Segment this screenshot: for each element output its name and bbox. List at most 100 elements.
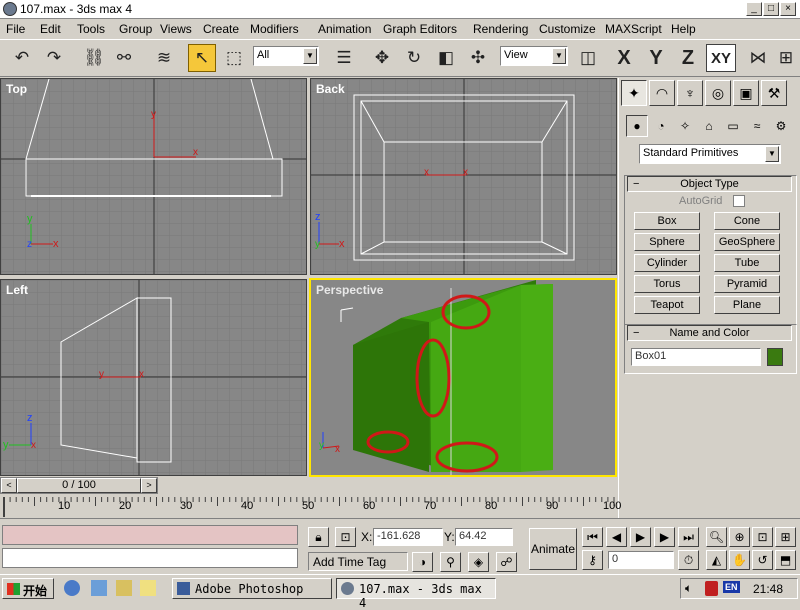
y-coordinate-field[interactable]: 64.42	[455, 528, 513, 546]
taskbar-photoshop[interactable]: Adobe Photoshop	[172, 578, 332, 599]
scale-icon[interactable]: ◧	[432, 44, 460, 72]
teapot-button[interactable]: Teapot	[634, 296, 700, 314]
menu-file[interactable]: File	[6, 22, 25, 36]
time-slider[interactable]: < 0 / 100 >	[0, 477, 158, 494]
selection-filter-dropdown[interactable]: All ▼	[253, 46, 319, 66]
menu-tools[interactable]: Tools	[77, 22, 105, 36]
object-name-field[interactable]: Box01	[631, 348, 761, 366]
reference-coordinate-dropdown[interactable]: View ▼	[500, 46, 568, 66]
bind-space-warp-icon[interactable]: ≋	[150, 44, 178, 72]
notepad-quicklaunch-icon[interactable]	[140, 580, 156, 596]
unlink-icon[interactable]: ⚯	[110, 44, 138, 72]
utilities-tab-icon[interactable]: ⚒	[761, 80, 787, 106]
menu-rendering[interactable]: Rendering	[473, 22, 528, 36]
app-icon[interactable]	[3, 2, 17, 16]
cameras-icon[interactable]: ⌂	[698, 115, 720, 137]
box-button[interactable]: Box	[634, 212, 700, 230]
menu-create[interactable]: Create	[203, 22, 239, 36]
menu-animation[interactable]: Animation	[318, 22, 371, 36]
lights-icon[interactable]: ✧	[674, 115, 696, 137]
prompt-line[interactable]	[2, 548, 298, 568]
zoom-extents-all-icon[interactable]: ⊞	[775, 527, 796, 547]
pan-icon[interactable]: ✋	[729, 550, 750, 570]
pivot-center-icon[interactable]: ◫	[574, 44, 602, 72]
absolute-mode-icon[interactable]: ⊡	[335, 527, 356, 547]
desktop-quicklaunch-icon[interactable]	[91, 580, 107, 596]
viewport-label-left[interactable]: Left	[6, 283, 28, 297]
systems-icon[interactable]: ⚙	[770, 115, 792, 137]
snap-toggle-icon[interactable]: ⚲	[440, 552, 461, 572]
taskbar-3dsmax[interactable]: 107.max - 3ds max 4	[336, 578, 496, 610]
manipulate-icon[interactable]: ✣	[464, 44, 492, 72]
align-icon[interactable]: ⊞	[772, 44, 800, 72]
region-select-icon[interactable]: ⬚	[220, 44, 248, 72]
maximize-button[interactable]: □	[763, 2, 779, 16]
plane-button[interactable]: Plane	[714, 296, 780, 314]
viewport-top[interactable]: y x y z x Top	[0, 78, 307, 275]
field-of-view-icon[interactable]: ◭	[706, 550, 727, 570]
cylinder-button[interactable]: Cylinder	[634, 254, 700, 272]
current-frame-field[interactable]: 0	[608, 551, 674, 569]
create-tab-icon[interactable]: ✦	[621, 80, 647, 106]
redo-icon[interactable]: ↷	[40, 44, 68, 72]
animate-button[interactable]: Animate	[529, 528, 577, 570]
zoom-extents-icon[interactable]: ◑	[412, 552, 433, 572]
modify-tab-icon[interactable]: ◠	[649, 80, 675, 106]
shapes-icon[interactable]: ◔	[650, 115, 672, 137]
select-object-icon[interactable]: ↖	[188, 44, 216, 72]
maximize-viewport-icon[interactable]: ⬒	[775, 550, 796, 570]
pyramid-button[interactable]: Pyramid	[714, 275, 780, 293]
shield-icon[interactable]	[705, 581, 718, 596]
mirror-icon[interactable]: ⋈	[744, 44, 772, 72]
helpers-icon[interactable]: ▭	[722, 115, 744, 137]
menu-views[interactable]: Views	[160, 22, 192, 36]
viewport-label-perspective[interactable]: Perspective	[316, 283, 383, 297]
arc-rotate-icon[interactable]: ↺	[752, 550, 773, 570]
zoom-extents-selected-icon[interactable]: ⊡	[752, 527, 773, 547]
restrict-z-button[interactable]: Z	[674, 44, 702, 72]
viewport-left[interactable]: y x z y x Left	[0, 279, 307, 476]
object-type-rollout-title[interactable]: − Object Type	[627, 176, 792, 192]
display-tab-icon[interactable]: ▣	[733, 80, 759, 106]
restrict-y-button[interactable]: Y	[642, 44, 670, 72]
key-mode-icon[interactable]: ⚷	[582, 550, 603, 570]
menu-help[interactable]: Help	[671, 22, 696, 36]
viewport-back[interactable]: x x z y x Back	[310, 78, 617, 275]
minimize-button[interactable]: _	[746, 2, 762, 16]
rotate-icon[interactable]: ↻	[400, 44, 428, 72]
speaker-icon[interactable]: 🔈︎	[685, 581, 692, 596]
go-to-start-icon[interactable]: ⏮	[582, 527, 603, 547]
start-button[interactable]: 开始	[2, 578, 54, 599]
time-config-icon[interactable]: ⏱	[678, 550, 699, 570]
percent-snap-icon[interactable]: ☍	[496, 552, 517, 572]
undo-icon[interactable]: ↶	[8, 44, 36, 72]
explorer-quicklaunch-icon[interactable]	[116, 580, 132, 596]
next-frame-icon[interactable]: >	[141, 478, 157, 493]
restrict-xy-button[interactable]: XY	[706, 44, 736, 72]
space-warps-icon[interactable]: ≈	[746, 115, 768, 137]
menu-group[interactable]: Group	[119, 22, 152, 36]
next-frame-icon[interactable]: ▶	[654, 527, 675, 547]
close-button[interactable]: ×	[780, 2, 796, 16]
name-color-rollout-title[interactable]: − Name and Color	[627, 325, 792, 341]
x-coordinate-field[interactable]: -161.628	[373, 528, 443, 546]
tube-button[interactable]: Tube	[714, 254, 780, 272]
go-to-end-icon[interactable]: ⏭	[678, 527, 699, 547]
prev-frame-icon[interactable]: <	[1, 478, 17, 493]
move-icon[interactable]: ✥	[368, 44, 396, 72]
object-color-swatch[interactable]	[767, 348, 783, 366]
time-slider-thumb[interactable]: 0 / 100	[17, 478, 141, 493]
zoom-icon[interactable]: 🔍︎	[706, 527, 727, 547]
viewport-perspective[interactable]: y x Perspective	[309, 278, 617, 477]
motion-tab-icon[interactable]: ◎	[705, 80, 731, 106]
sphere-button[interactable]: Sphere	[634, 233, 700, 251]
restrict-x-button[interactable]: X	[610, 44, 638, 72]
geometry-icon[interactable]: ●	[626, 115, 648, 137]
select-by-name-icon[interactable]: ☰	[330, 44, 358, 72]
torus-button[interactable]: Torus	[634, 275, 700, 293]
menu-edit[interactable]: Edit	[40, 22, 61, 36]
cone-button[interactable]: Cone	[714, 212, 780, 230]
angle-snap-icon[interactable]: ◈	[468, 552, 489, 572]
ie-quicklaunch-icon[interactable]	[64, 580, 80, 596]
viewport-label-top[interactable]: Top	[6, 82, 27, 96]
